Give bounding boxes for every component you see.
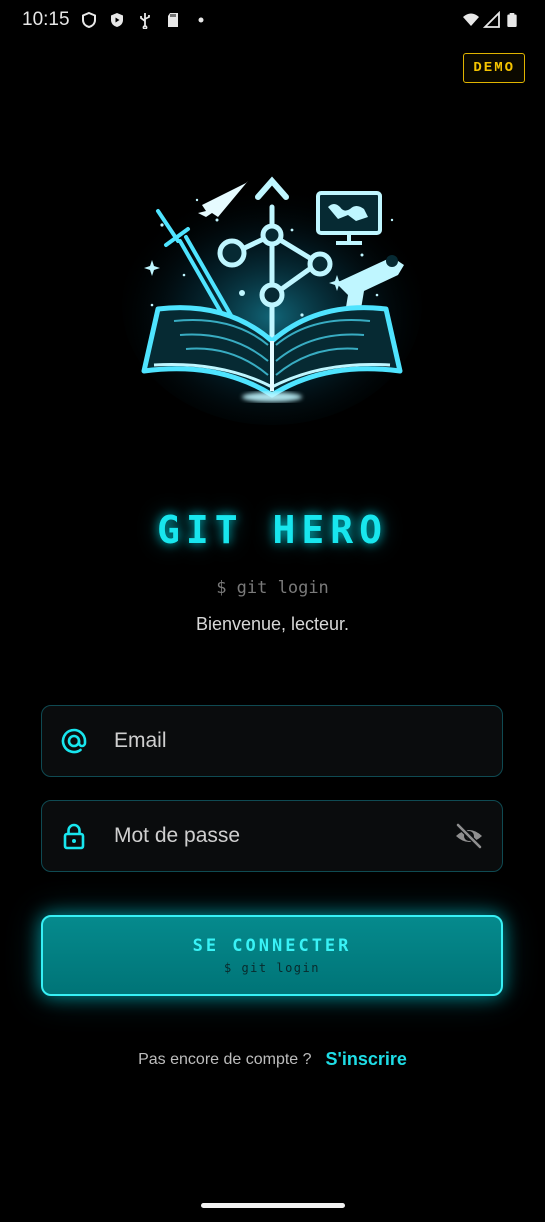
demo-badge: DEMO bbox=[463, 53, 525, 83]
welcome-message: Bienvenue, lecteur. bbox=[195, 614, 350, 634]
password-input[interactable] bbox=[112, 800, 452, 872]
app-title: GIT HERO bbox=[156, 508, 389, 552]
cellular-signal-icon bbox=[482, 10, 501, 29]
email-field[interactable] bbox=[41, 705, 503, 777]
status-bar: 10:15 bbox=[0, 0, 545, 40]
shield-play-icon bbox=[108, 11, 126, 29]
battery-icon bbox=[505, 11, 523, 29]
signup-prompt: Pas encore de compte ? bbox=[138, 1050, 312, 1068]
wifi-icon bbox=[461, 11, 479, 29]
git-hero-logo bbox=[122, 165, 422, 425]
login-button[interactable]: SE CONNECTER $ git login bbox=[41, 915, 503, 996]
login-button-label: SE CONNECTER bbox=[192, 936, 352, 956]
status-time: 10:15 bbox=[22, 9, 70, 30]
login-screen: 10:15 DEMO GIT HERO $ git login Bienvenu… bbox=[0, 0, 545, 1222]
eye-off-icon[interactable] bbox=[452, 819, 486, 853]
app-subtitle: $ git login bbox=[216, 578, 329, 598]
status-left: 10:15 bbox=[22, 9, 210, 31]
status-right bbox=[461, 10, 523, 29]
lock-icon bbox=[60, 822, 88, 850]
email-input[interactable] bbox=[112, 705, 502, 777]
dot-icon bbox=[192, 11, 210, 29]
login-button-sublabel: $ git login bbox=[224, 961, 320, 975]
at-sign-icon bbox=[60, 727, 88, 755]
home-indicator[interactable] bbox=[201, 1203, 345, 1208]
vpn-shield-icon bbox=[80, 11, 98, 29]
password-field[interactable] bbox=[41, 800, 503, 872]
usb-icon bbox=[136, 11, 154, 30]
signup-row: Pas encore de compte ? S'inscrire bbox=[0, 1049, 545, 1070]
sd-card-icon bbox=[164, 11, 182, 29]
signup-link[interactable]: S'inscrire bbox=[326, 1049, 407, 1070]
logo-illustration bbox=[122, 176, 422, 425]
